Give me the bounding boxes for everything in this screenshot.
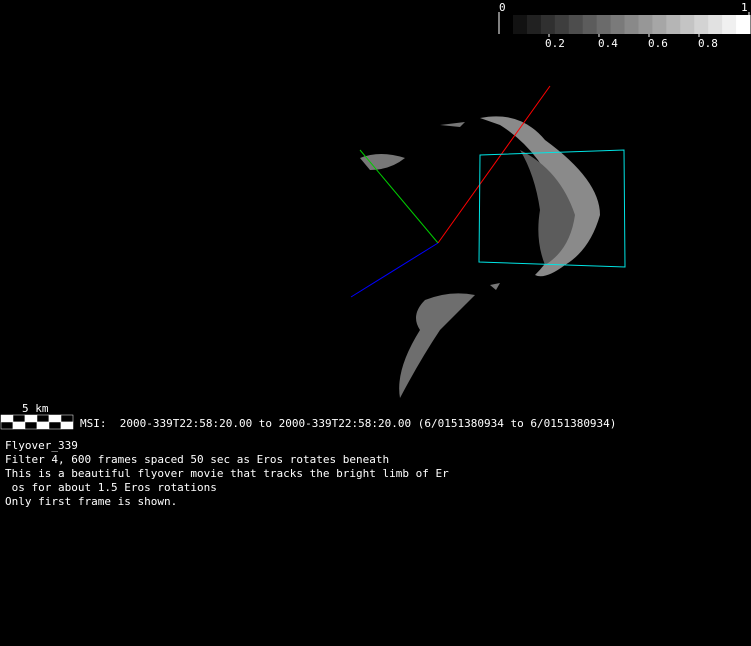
scale-bar-segment	[12, 414, 26, 423]
scale-bar-segment	[0, 414, 14, 423]
scale-bar-segment	[60, 414, 74, 423]
colorbar-step	[568, 15, 584, 34]
scale-bar-segment	[0, 421, 14, 430]
colorbar-step	[610, 15, 626, 34]
scale-bar-segment	[48, 414, 62, 423]
colorbar-tick-label: 0.2	[545, 37, 565, 50]
colorbar-step	[526, 15, 542, 34]
colorbar-step	[540, 15, 556, 34]
colorbar-step	[736, 15, 751, 34]
colorbar-tick-label: 0.8	[698, 37, 718, 50]
z-axis-line	[350, 242, 439, 298]
colorbar-step	[638, 15, 653, 34]
colorbar-step	[513, 15, 528, 34]
y-axis-line	[359, 149, 439, 244]
colorbar-step	[652, 15, 667, 34]
colorbar-step	[666, 15, 681, 34]
colorbar-step	[554, 15, 570, 34]
description-line: Only first frame is shown.	[5, 495, 178, 508]
3d-view[interactable]	[0, 0, 751, 646]
colorbar-step	[722, 15, 737, 34]
scale-bar-segment	[24, 414, 38, 423]
msi-time-range: MSI: 2000-339T22:58:20.00 to 2000-339T22…	[80, 417, 617, 430]
description-line: os for about 1.5 Eros rotations	[5, 481, 217, 494]
colorbar	[513, 15, 751, 34]
colorbar-step	[582, 15, 598, 34]
colorbar-step	[624, 15, 639, 34]
description-line: This is a beautiful flyover movie that t…	[5, 467, 449, 480]
colorbar-step	[694, 15, 709, 34]
scale-bar-segment	[12, 421, 26, 430]
colorbar-step	[708, 15, 723, 34]
scale-bar-segment	[36, 421, 50, 430]
scale-bar-label: 5 km	[22, 402, 49, 415]
scale-bar-segment	[24, 421, 38, 430]
scale-bar-segment	[60, 421, 74, 430]
colorbar-step	[596, 15, 612, 34]
title-line: Flyover_339	[5, 439, 78, 452]
colorbar-max-label: 1	[741, 1, 748, 14]
colorbar-tick-label: 0.6	[648, 37, 668, 50]
scale-bar-segment	[48, 421, 62, 430]
colorbar-min-label: 0	[499, 1, 506, 14]
colorbar-tick-label: 0.4	[598, 37, 618, 50]
scale-bar	[0, 414, 74, 430]
description-line: Filter 4, 600 frames spaced 50 sec as Er…	[5, 453, 390, 466]
colorbar-step	[680, 15, 695, 34]
scale-bar-segment	[36, 414, 50, 423]
